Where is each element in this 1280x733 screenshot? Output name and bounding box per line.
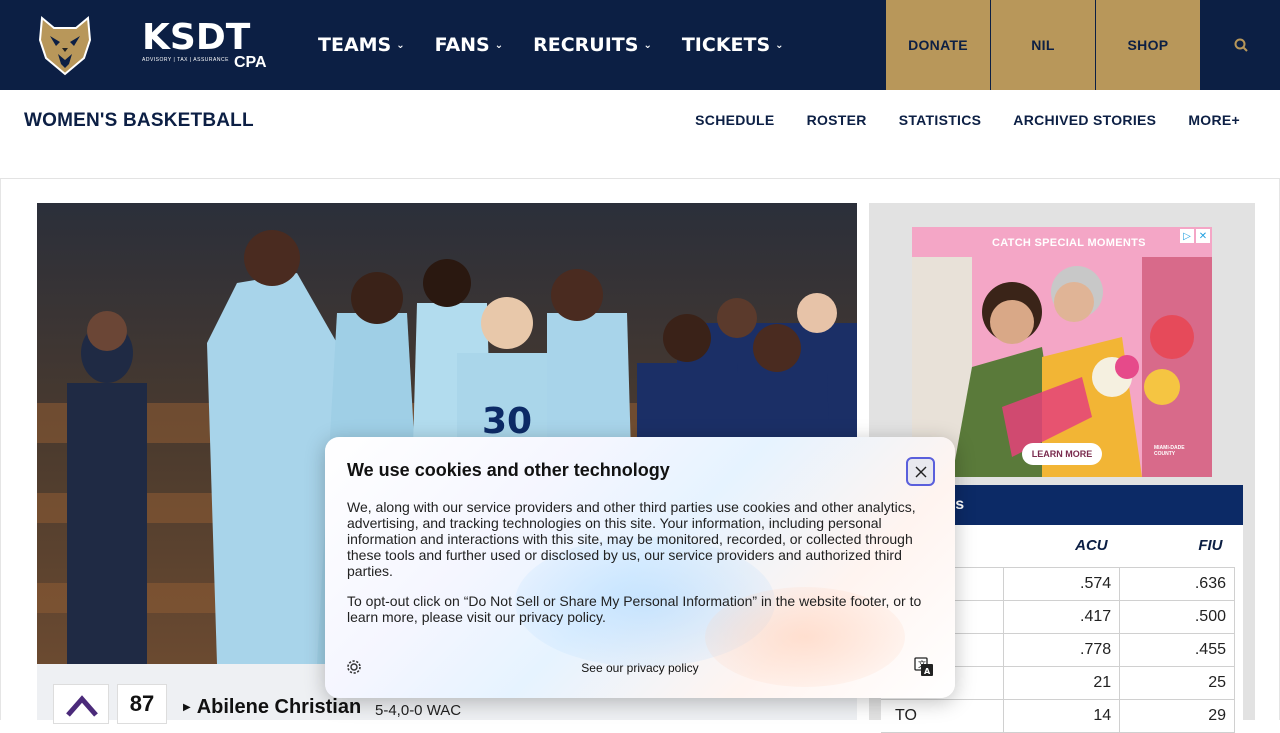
nav-teams-label: TEAMS xyxy=(318,34,392,56)
sponsor-suffix: CPA xyxy=(234,54,267,71)
chevron-down-icon: ⌄ xyxy=(396,39,405,51)
caret-right-icon: ▶ xyxy=(183,702,191,714)
cookie-dialog-body: We, along with our service providers and… xyxy=(347,499,916,579)
cookie-consent-dialog: We use cookies and other technology We, … xyxy=(325,437,955,698)
stat-acu: .417 xyxy=(1003,599,1121,634)
ad-close-icon[interactable]: ✕ xyxy=(1196,229,1210,243)
translate-icon[interactable]: 文 A xyxy=(914,657,934,677)
sponsor-name: KSDT xyxy=(142,17,251,58)
stat-fiu: 29 xyxy=(1119,698,1235,733)
chevron-down-icon: ⌄ xyxy=(775,39,784,51)
nav-tickets[interactable]: TICKETS ⌄ xyxy=(682,34,784,56)
chevron-down-icon: ⌄ xyxy=(643,39,652,51)
subnav-schedule[interactable]: SCHEDULE xyxy=(695,112,774,128)
team-name[interactable]: ▶ Abilene Christian xyxy=(183,696,361,719)
stat-acu: .574 xyxy=(1003,566,1121,601)
cookie-dialog-title: We use cookies and other technology xyxy=(347,460,670,480)
team-logo xyxy=(53,684,109,724)
close-icon xyxy=(915,466,926,477)
team-record: 5-4,0-0 WAC xyxy=(375,702,462,719)
search-icon xyxy=(1234,38,1248,52)
nav-recruits[interactable]: RECRUITS ⌄ xyxy=(533,34,652,56)
svg-text:A: A xyxy=(924,667,931,676)
nil-button[interactable]: NIL xyxy=(991,0,1095,90)
nav-tickets-label: TICKETS xyxy=(681,34,771,56)
sponsor-logo[interactable]: KSDT ADVISORY | TAX | ASSURANCE CPA xyxy=(142,17,267,72)
search-button[interactable] xyxy=(1201,0,1280,90)
team-name-label: Abilene Christian xyxy=(196,696,362,718)
svg-text:30: 30 xyxy=(482,401,532,442)
close-button[interactable] xyxy=(906,457,935,486)
top-navigation-bar: KSDT ADVISORY | TAX | ASSURANCE CPA TEAM… xyxy=(0,0,1280,90)
sport-subnav: WOMEN'S BASKETBALL SCHEDULE ROSTER STATI… xyxy=(0,90,1280,179)
stat-fiu: 25 xyxy=(1119,665,1235,700)
ad-learn-more-button[interactable]: LEARN MORE xyxy=(1022,443,1102,465)
stat-acu: .778 xyxy=(1003,632,1121,667)
stats-col-acu: ACU xyxy=(1075,537,1108,555)
subnav-links: SCHEDULE ROSTER STATISTICS ARCHIVED STOR… xyxy=(695,112,1240,128)
chevron-down-icon: ⌄ xyxy=(494,39,504,51)
subnav-archived-stories[interactable]: ARCHIVED STORIES xyxy=(1013,112,1156,128)
team-score: 87 xyxy=(117,684,167,724)
stat-acu: 14 xyxy=(1003,698,1121,733)
stats-col-fiu: FIU xyxy=(1198,537,1223,555)
donate-button[interactable]: DONATE xyxy=(886,0,990,90)
subnav-statistics[interactable]: STATISTICS xyxy=(899,112,982,128)
main-nav: TEAMS ⌄ FANS ⌄ RECRUITS ⌄ TICKETS ⌄ xyxy=(318,34,784,56)
nav-recruits-label: RECRUITS xyxy=(533,34,639,56)
ad-controls: ▷ ✕ xyxy=(1180,229,1210,243)
acu-logo-icon xyxy=(66,695,98,717)
nav-teams[interactable]: TEAMS ⌄ xyxy=(318,34,405,56)
subnav-more[interactable]: MORE+ xyxy=(1188,112,1240,128)
privacy-policy-link[interactable]: See our privacy policy xyxy=(325,661,955,675)
ad-choices-icon[interactable]: ▷ xyxy=(1180,229,1194,243)
cookie-dialog-optout-text: To opt-out click on “Do Not Sell or Shar… xyxy=(347,593,922,625)
panther-logo[interactable] xyxy=(36,14,94,76)
nav-fans[interactable]: FANS ⌄ xyxy=(435,34,503,56)
subnav-roster[interactable]: ROSTER xyxy=(807,112,867,128)
ad-tagline: CATCH SPECIAL MOMENTS xyxy=(992,237,1146,249)
stat-fiu: .455 xyxy=(1119,632,1235,667)
stat-acu: 21 xyxy=(1003,665,1121,700)
shop-button[interactable]: SHOP xyxy=(1096,0,1200,90)
sport-title[interactable]: WOMEN'S BASKETBALL xyxy=(24,110,254,132)
nav-fans-label: FANS xyxy=(434,34,490,56)
stat-fiu: .636 xyxy=(1119,566,1235,601)
stat-fiu: .500 xyxy=(1119,599,1235,634)
advertisement[interactable]: CATCH SPECIAL MOMENTS LEARN MORE MIAMI-D… xyxy=(912,227,1212,477)
table-row: TO 14 29 xyxy=(881,698,1235,733)
stat-label: TO xyxy=(881,698,1005,733)
ad-image xyxy=(912,227,1212,477)
ad-brand: MIAMI-DADE COUNTY xyxy=(1154,445,1185,457)
